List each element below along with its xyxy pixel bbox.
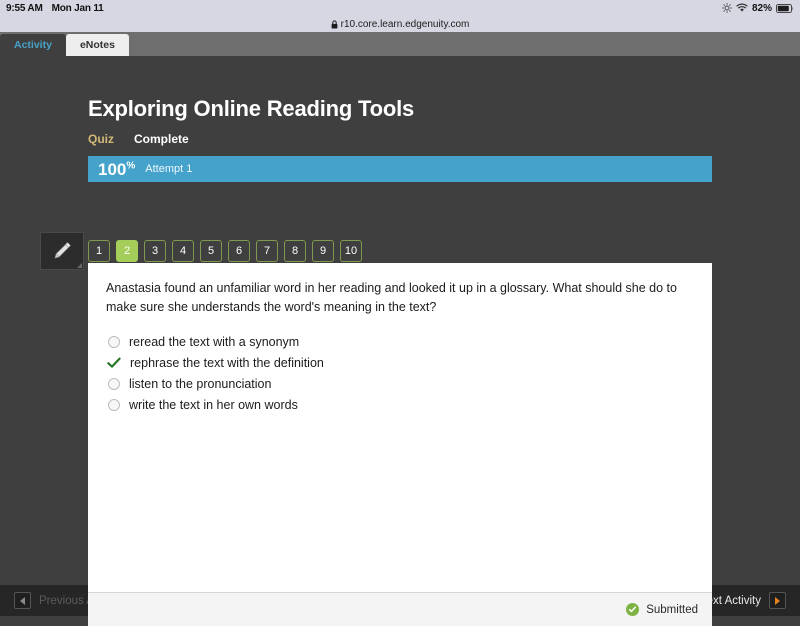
arrow-right-glyph bbox=[775, 597, 780, 605]
radio-unselected-icon[interactable] bbox=[108, 378, 120, 390]
radio-unselected-icon[interactable] bbox=[108, 399, 120, 411]
arrow-left-glyph bbox=[20, 597, 25, 605]
question-number-7[interactable]: 7 bbox=[256, 240, 278, 262]
question-number-8[interactable]: 8 bbox=[284, 240, 306, 262]
battery-percent-label: 82% bbox=[752, 3, 772, 14]
brightness-icon bbox=[722, 3, 732, 13]
question-card-footer: Submitted bbox=[88, 592, 712, 626]
answer-option-3-label: listen to the pronunciation bbox=[129, 377, 271, 391]
question-number-3[interactable]: 3 bbox=[144, 240, 166, 262]
score-number: 100 bbox=[98, 160, 126, 179]
status-bar-left: 9:55 AM Mon Jan 11 bbox=[6, 3, 104, 14]
activity-meta: Quiz Complete bbox=[88, 132, 712, 146]
answer-options-list: reread the text with a synonym rephrase … bbox=[106, 332, 694, 415]
arrow-right-icon[interactable] bbox=[769, 592, 786, 609]
battery-icon bbox=[776, 4, 794, 13]
question-number-10[interactable]: 10 bbox=[340, 240, 362, 262]
pencil-icon bbox=[50, 239, 74, 263]
score-value: 100% bbox=[98, 161, 135, 178]
highlighter-tool-button[interactable] bbox=[40, 232, 84, 270]
status-badge: Submitted bbox=[646, 604, 698, 616]
activity-page: Exploring Online Reading Tools Quiz Comp… bbox=[0, 56, 800, 585]
question-number-6[interactable]: 6 bbox=[228, 240, 250, 262]
question-text: Anastasia found an unfamiliar word in he… bbox=[106, 279, 694, 318]
tab-enotes[interactable]: eNotes bbox=[66, 34, 129, 56]
answer-option-3[interactable]: listen to the pronunciation bbox=[106, 374, 694, 394]
ios-status-bar: 9:55 AM Mon Jan 11 bbox=[0, 0, 800, 16]
activity-header: Exploring Online Reading Tools Quiz Comp… bbox=[88, 56, 712, 182]
browser-url-bar[interactable]: r10.core.learn.edgenuity.com bbox=[0, 16, 800, 32]
status-time: 9:55 AM bbox=[6, 3, 43, 14]
lock-icon bbox=[331, 20, 338, 29]
question-number-9[interactable]: 9 bbox=[312, 240, 334, 262]
radio-unselected-icon[interactable] bbox=[108, 336, 120, 348]
tab-strip: Activity eNotes bbox=[0, 32, 800, 56]
activity-status-label: Complete bbox=[134, 132, 189, 146]
attempt-label: Attempt 1 bbox=[145, 163, 192, 175]
wifi-icon bbox=[736, 3, 748, 13]
status-date: Mon Jan 11 bbox=[52, 3, 104, 14]
answer-option-4-label: write the text in her own words bbox=[129, 398, 298, 412]
url-text: r10.core.learn.edgenuity.com bbox=[341, 19, 470, 30]
page-title: Exploring Online Reading Tools bbox=[88, 56, 712, 122]
answer-option-2-label: rephrase the text with the definition bbox=[130, 356, 324, 370]
score-percent-sign: % bbox=[126, 160, 135, 171]
score-bar: 100% Attempt 1 bbox=[88, 156, 712, 182]
answer-option-2[interactable]: rephrase the text with the definition bbox=[106, 353, 694, 373]
question-number-4[interactable]: 4 bbox=[172, 240, 194, 262]
question-number-1[interactable]: 1 bbox=[88, 240, 110, 262]
check-circle-icon bbox=[626, 603, 639, 616]
question-number-list: 1 2 3 4 5 6 7 8 9 10 bbox=[88, 240, 362, 262]
status-bar-right: 82% bbox=[722, 3, 794, 14]
checkmark-icon bbox=[107, 357, 121, 369]
answer-option-1[interactable]: reread the text with a synonym bbox=[106, 332, 694, 352]
tab-activity[interactable]: Activity bbox=[0, 34, 66, 56]
activity-type-label: Quiz bbox=[88, 132, 114, 146]
question-card-body: Anastasia found an unfamiliar word in he… bbox=[88, 263, 712, 592]
answer-option-1-label: reread the text with a synonym bbox=[129, 335, 299, 349]
arrow-left-icon bbox=[14, 592, 31, 609]
question-card: Anastasia found an unfamiliar word in he… bbox=[88, 263, 712, 626]
question-number-2[interactable]: 2 bbox=[116, 240, 138, 262]
answer-option-4[interactable]: write the text in her own words bbox=[106, 395, 694, 415]
question-number-5[interactable]: 5 bbox=[200, 240, 222, 262]
